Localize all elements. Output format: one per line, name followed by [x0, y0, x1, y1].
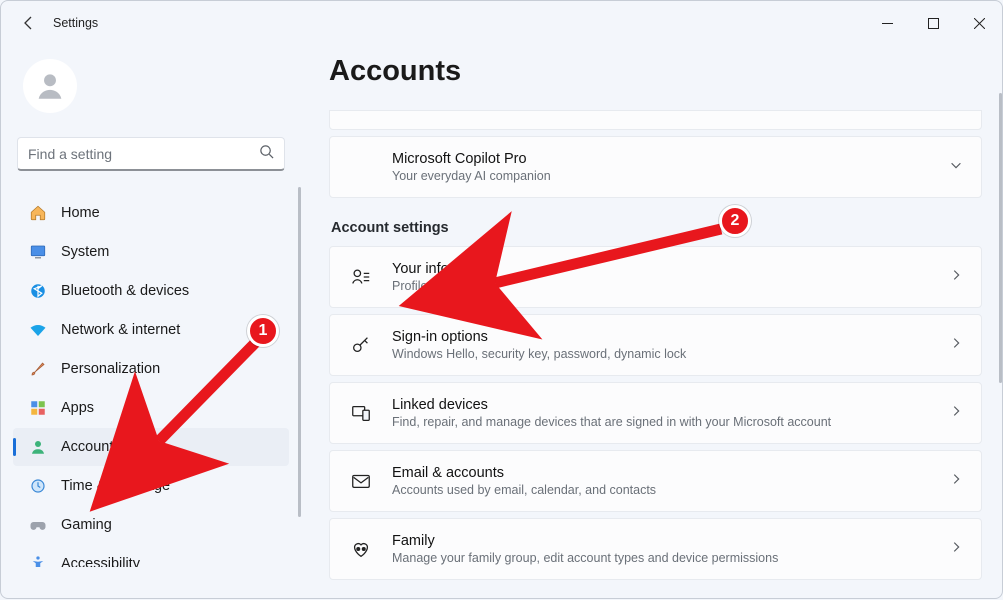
back-button[interactable] [15, 9, 43, 37]
wifi-icon [29, 321, 47, 339]
sidebar-item-home[interactable]: Home [13, 194, 289, 232]
card-email-accounts[interactable]: Email & accounts Accounts used by email,… [329, 450, 982, 512]
sidebar-item-bluetooth[interactable]: Bluetooth & devices [13, 272, 289, 310]
clock-globe-icon [29, 477, 47, 495]
sidebar-item-personalization[interactable]: Personalization [13, 350, 289, 388]
sidebar-item-label: Personalization [61, 361, 160, 377]
sidebar-item-system[interactable]: System [13, 233, 289, 271]
family-icon [348, 536, 374, 562]
card-subtitle: Manage your family group, edit account t… [392, 551, 778, 565]
window-title: Settings [53, 16, 98, 30]
sidebar-item-label: Network & internet [61, 322, 180, 338]
devices-icon [348, 400, 374, 426]
accessibility-icon [29, 555, 47, 567]
card-subtitle: Find, repair, and manage devices that ar… [392, 415, 831, 429]
main-content: Accounts Microsoft Copilot Pro Your ever… [301, 45, 1002, 600]
section-heading-account-settings: Account settings [331, 220, 982, 236]
nav-list: Home System Bluetooth & devices Network … [1, 187, 301, 567]
paintbrush-icon [29, 360, 47, 378]
main-scrollbar[interactable] [999, 93, 1002, 383]
gamepad-icon [29, 516, 47, 534]
card-linked-devices[interactable]: Linked devices Find, repair, and manage … [329, 382, 982, 444]
card-your-info[interactable]: Your info Profile photo [329, 246, 982, 308]
card-collapsed-top[interactable] [329, 110, 982, 130]
chevron-right-icon [949, 540, 963, 559]
mail-icon [348, 468, 374, 494]
sidebar: Home System Bluetooth & devices Network … [1, 45, 301, 600]
card-title: Email & accounts [392, 465, 656, 481]
card-subtitle: Your everyday AI companion [392, 169, 551, 183]
card-family[interactable]: Family Manage your family group, edit ac… [329, 518, 982, 580]
bluetooth-icon [29, 282, 47, 300]
card-subtitle: Accounts used by email, calendar, and co… [392, 483, 656, 497]
chevron-right-icon [949, 268, 963, 287]
person-icon [33, 69, 67, 103]
profile-section[interactable] [1, 53, 301, 129]
card-subtitle: Windows Hello, security key, password, d… [392, 347, 686, 361]
card-title: Linked devices [392, 397, 831, 413]
person-card-icon [348, 264, 374, 290]
titlebar: Settings [1, 1, 1002, 45]
sidebar-item-label: Time & language [61, 478, 170, 494]
search-box[interactable] [17, 137, 285, 171]
avatar [23, 59, 77, 113]
search-input[interactable] [28, 146, 259, 162]
arrow-left-icon [21, 15, 37, 31]
card-subtitle: Profile photo [392, 279, 462, 293]
window-controls [864, 1, 1002, 45]
chevron-right-icon [949, 404, 963, 423]
sidebar-item-apps[interactable]: Apps [13, 389, 289, 427]
sidebar-item-time-language[interactable]: Time & language [13, 467, 289, 505]
minimize-button[interactable] [864, 1, 910, 45]
close-button[interactable] [956, 1, 1002, 45]
sidebar-item-label: Gaming [61, 517, 112, 533]
sidebar-item-gaming[interactable]: Gaming [13, 506, 289, 544]
home-icon [29, 204, 47, 222]
sidebar-item-label: Bluetooth & devices [61, 283, 189, 299]
sidebar-item-label: Apps [61, 400, 94, 416]
search-icon [259, 144, 274, 164]
key-icon [348, 332, 374, 358]
sidebar-item-label: System [61, 244, 109, 260]
sidebar-item-label: Accounts [61, 439, 121, 455]
page-title: Accounts [329, 55, 982, 88]
close-icon [974, 18, 985, 29]
card-copilot-pro[interactable]: Microsoft Copilot Pro Your everyday AI c… [329, 136, 982, 198]
chevron-down-icon [949, 158, 963, 177]
sidebar-item-label: Home [61, 205, 100, 221]
sidebar-item-network[interactable]: Network & internet [13, 311, 289, 349]
card-title: Sign-in options [392, 329, 686, 345]
card-sign-in-options[interactable]: Sign-in options Windows Hello, security … [329, 314, 982, 376]
minimize-icon [882, 18, 893, 29]
accounts-icon [29, 438, 47, 456]
maximize-icon [928, 18, 939, 29]
maximize-button[interactable] [910, 1, 956, 45]
card-title: Your info [392, 261, 462, 277]
apps-icon [29, 399, 47, 417]
sidebar-item-label: Accessibility [61, 556, 140, 567]
chevron-right-icon [949, 336, 963, 355]
sidebar-item-accessibility[interactable]: Accessibility [13, 545, 289, 567]
system-icon [29, 243, 47, 261]
card-title: Microsoft Copilot Pro [392, 151, 551, 167]
chevron-right-icon [949, 472, 963, 491]
copilot-icon [348, 154, 374, 180]
sidebar-item-accounts[interactable]: Accounts [13, 428, 289, 466]
card-title: Family [392, 533, 778, 549]
